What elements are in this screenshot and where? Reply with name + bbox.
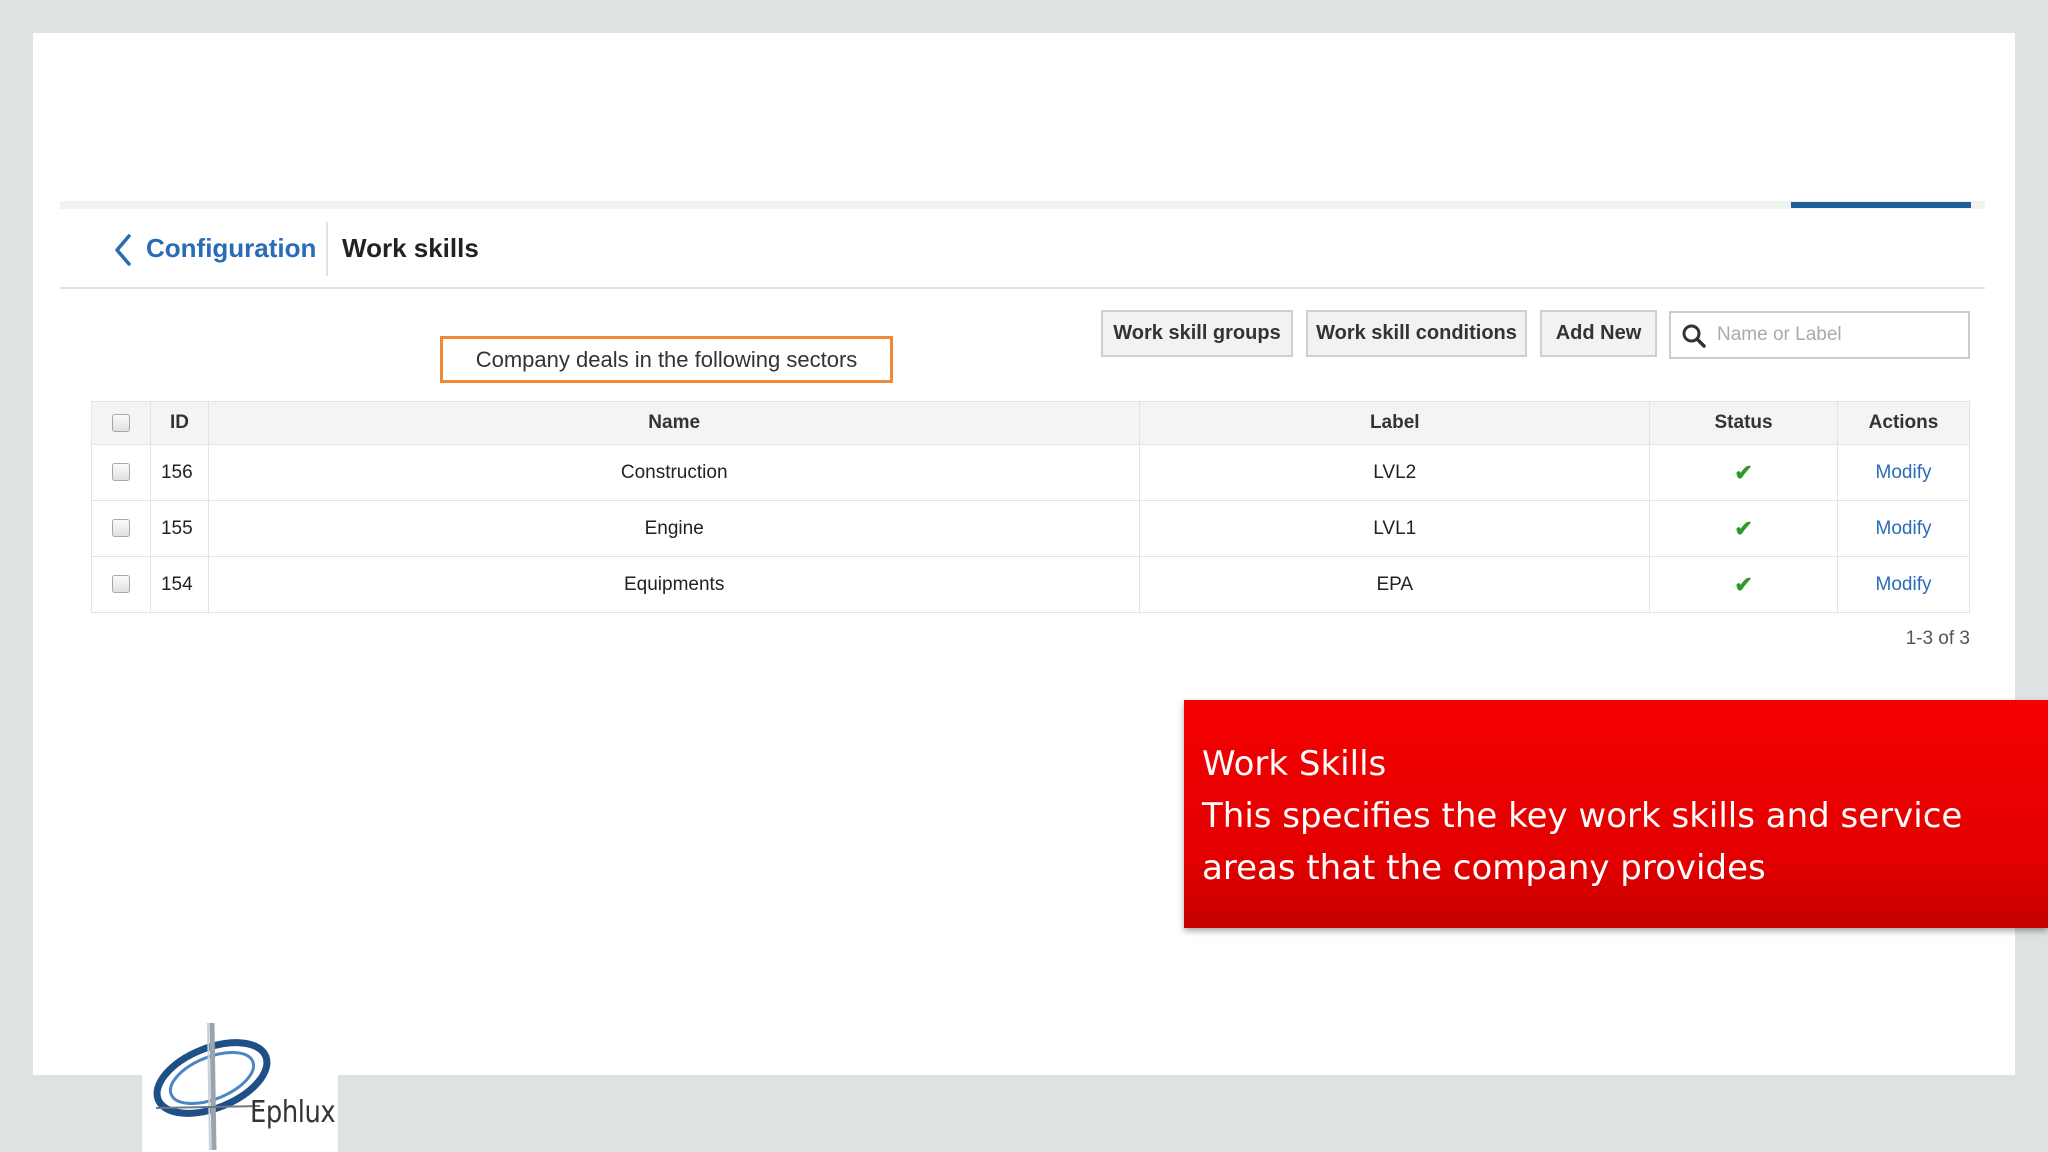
column-header-status[interactable]: Status <box>1649 401 1838 445</box>
row-select-cell <box>91 500 151 557</box>
pagination-count: 1-3 of 3 <box>1905 628 1970 649</box>
banner-title: Work Skills <box>1202 744 1387 784</box>
cell-name: Engine <box>207 500 1141 557</box>
banner-text-line: areas that the company provides <box>1202 848 1766 888</box>
column-header-actions: Actions <box>1837 401 1970 445</box>
work-skills-table: ID Name Label Status Actions 156 Constru… <box>91 401 1970 613</box>
table-header-row: ID Name Label Status Actions <box>91 401 1970 445</box>
cell-label: EPA <box>1139 556 1651 613</box>
table-row: 154 Equipments EPA ✔ Modify <box>91 556 1970 613</box>
row-checkbox[interactable] <box>111 463 130 482</box>
status-check-icon: ✔ <box>1734 459 1753 485</box>
search-icon[interactable] <box>1681 323 1707 349</box>
work-skills-banner: Work Skills This specifies the key work … <box>1184 700 2048 928</box>
column-header-name[interactable]: Name <box>207 401 1141 445</box>
cell-id: 155 <box>149 500 209 557</box>
modify-link[interactable]: Modify <box>1876 518 1932 539</box>
row-checkbox[interactable] <box>111 575 130 594</box>
column-header-id[interactable]: ID <box>149 401 209 445</box>
cell-id: 156 <box>149 444 209 501</box>
cell-actions: Modify <box>1837 556 1970 613</box>
banner-text-line: This specifies the key work skills and s… <box>1202 796 1963 836</box>
page-header: Configuration Work skills <box>60 212 1985 289</box>
status-check-icon: ✔ <box>1734 571 1753 597</box>
select-all-cell <box>91 401 151 445</box>
search-input[interactable] <box>1717 317 1957 353</box>
search-box <box>1669 311 1970 359</box>
row-select-cell <box>91 556 151 613</box>
top-divider <box>60 201 1985 209</box>
cell-actions: Modify <box>1837 444 1970 501</box>
work-skill-groups-button[interactable]: Work skill groups <box>1101 310 1293 357</box>
cell-id: 154 <box>149 556 209 613</box>
breadcrumb-configuration-link[interactable]: Configuration <box>146 233 316 264</box>
table-row: 155 Engine LVL1 ✔ Modify <box>91 500 1970 557</box>
active-tab-indicator <box>1791 202 1971 208</box>
company-logo <box>142 1018 338 1152</box>
cell-name: Construction <box>207 444 1141 501</box>
work-skill-conditions-button[interactable]: Work skill conditions <box>1306 310 1527 357</box>
cell-label: LVL1 <box>1139 500 1651 557</box>
cell-actions: Modify <box>1837 500 1970 557</box>
annotation-callout: Company deals in the following sectors <box>440 336 893 383</box>
breadcrumb-separator <box>326 222 328 276</box>
chevron-left-icon[interactable] <box>107 230 139 270</box>
row-checkbox[interactable] <box>111 519 130 538</box>
cell-label: LVL2 <box>1139 444 1651 501</box>
modify-link[interactable]: Modify <box>1876 574 1932 595</box>
row-select-cell <box>91 444 151 501</box>
cell-status: ✔ <box>1649 500 1838 557</box>
page-title: Work skills <box>342 233 479 263</box>
select-all-checkbox[interactable] <box>111 413 130 432</box>
column-header-label[interactable]: Label <box>1139 401 1651 445</box>
cell-status: ✔ <box>1649 444 1838 501</box>
table-row: 156 Construction LVL2 ✔ Modify <box>91 444 1970 501</box>
ephlux-logo-mark <box>153 1022 271 1151</box>
cell-name: Equipments <box>207 556 1141 613</box>
add-new-button[interactable]: Add New <box>1540 310 1657 357</box>
logo-wordmark: Ephlux <box>250 1095 336 1130</box>
status-check-icon: ✔ <box>1734 515 1753 541</box>
cell-status: ✔ <box>1649 556 1838 613</box>
modify-link[interactable]: Modify <box>1876 462 1932 483</box>
